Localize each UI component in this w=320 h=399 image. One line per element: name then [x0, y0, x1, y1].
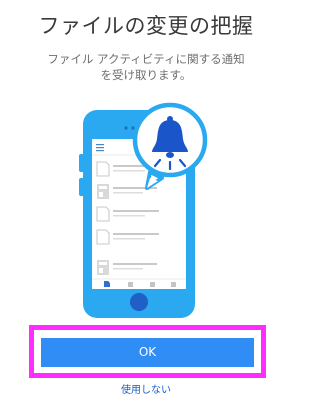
- dont-use-link[interactable]: 使用しない: [0, 381, 292, 396]
- ok-button[interactable]: OK: [41, 338, 254, 367]
